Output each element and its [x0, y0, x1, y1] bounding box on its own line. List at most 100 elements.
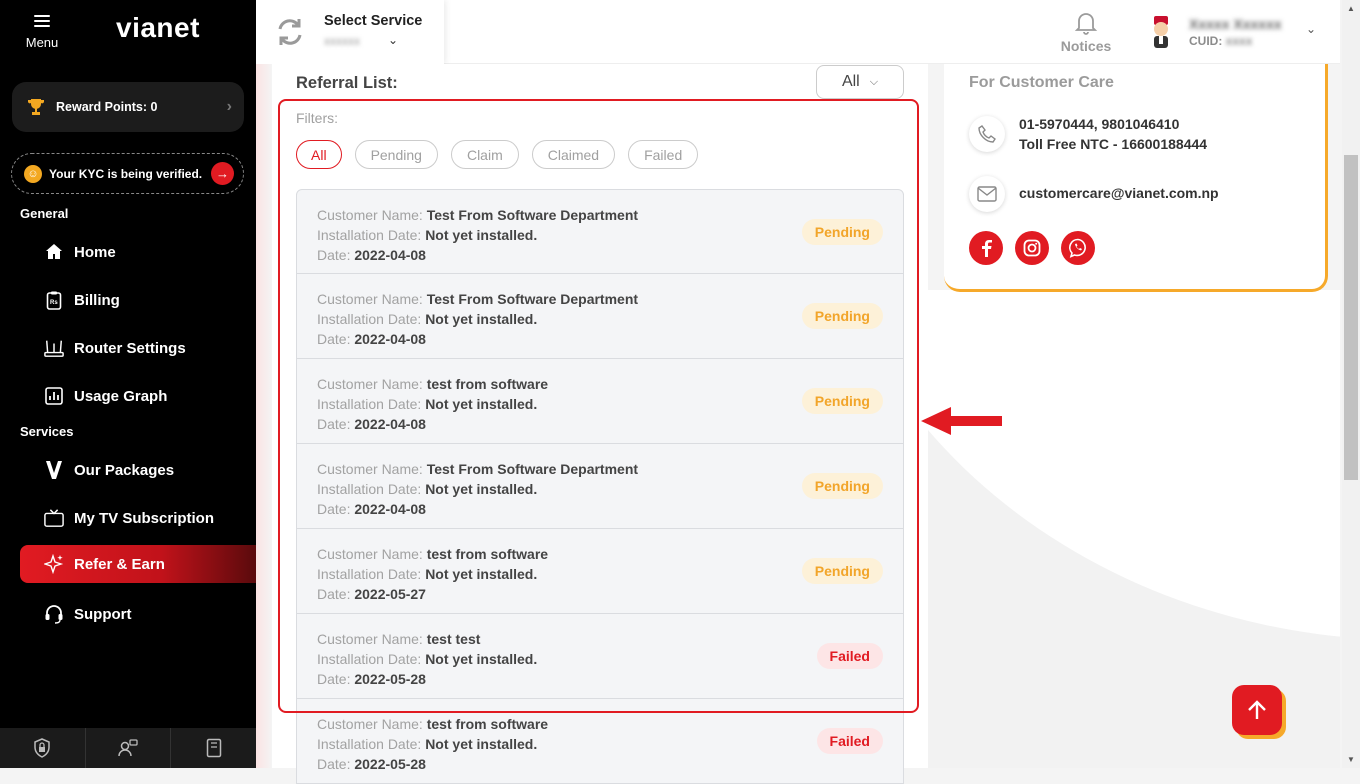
- select-service-label: Select Service: [324, 13, 423, 29]
- installation-date-label: Installation Date:: [317, 227, 422, 243]
- filters-label: Filters:: [296, 110, 338, 126]
- sidebar-item-usage-graph[interactable]: Usage Graph: [20, 377, 256, 415]
- lock-shield-icon[interactable]: [0, 728, 86, 768]
- annotation-arrow-icon: [921, 407, 1002, 435]
- section-services: Services: [20, 424, 74, 439]
- installation-date: Not yet installed.: [425, 736, 538, 752]
- facebook-icon[interactable]: [969, 231, 1003, 265]
- instagram-icon[interactable]: [1015, 231, 1049, 265]
- sidebar-item-label: Router Settings: [74, 339, 186, 357]
- document-icon[interactable]: [171, 728, 256, 768]
- list-item[interactable]: Customer Name: Test From Software Depart…: [296, 189, 904, 274]
- list-item[interactable]: Customer Name: test from software Instal…: [296, 359, 904, 444]
- date: 2022-04-08: [354, 247, 426, 263]
- status-badge: Failed: [816, 643, 883, 669]
- kyc-status-banner[interactable]: ☺ Your KYC is being verified. →: [11, 153, 244, 194]
- phone-line[interactable]: 01-5970444, 9801046410: [1019, 114, 1207, 134]
- cuid-label: CUID:: [1189, 34, 1223, 48]
- list-item[interactable]: Customer Name: test test Installation Da…: [296, 614, 904, 699]
- user-menu[interactable]: Xxxxx Xxxxxx CUID: xxxx ⌄: [1146, 14, 1326, 54]
- customer-name: test from software: [426, 716, 549, 732]
- date-label: Date:: [317, 586, 351, 602]
- vianet-logo[interactable]: vianet: [116, 12, 200, 44]
- customer-name-label: Customer Name:: [317, 546, 423, 562]
- sidebar-item-our-packages[interactable]: Our Packages: [20, 451, 256, 489]
- scroll-up-icon[interactable]: ▲: [1347, 4, 1355, 13]
- filter-chip-pending[interactable]: Pending: [354, 140, 438, 169]
- reward-points-card[interactable]: Reward Points: 0 ›: [12, 82, 244, 132]
- tv-icon: [44, 508, 64, 528]
- status-badge: Pending: [801, 473, 883, 499]
- sidebar-item-label: Our Packages: [74, 461, 175, 479]
- sidebar-bottom-bar: [0, 728, 256, 768]
- chevron-down-icon: ⌵: [869, 75, 879, 88]
- customer-name: Test From Software Department: [426, 461, 639, 477]
- installation-date-label: Installation Date:: [317, 311, 422, 327]
- scrollbar-thumb[interactable]: [1344, 155, 1358, 480]
- date-label: Date:: [317, 671, 351, 687]
- sidebar-item-my-tv-subscription[interactable]: My TV Subscription: [20, 499, 256, 537]
- customer-name-label: Customer Name:: [317, 631, 423, 647]
- avatar: [1154, 16, 1168, 48]
- customer-name: test from software: [426, 376, 549, 392]
- customer-name: test from software: [426, 546, 549, 562]
- sidebar-item-label: Home: [74, 243, 116, 261]
- service-value: xxxxxx: [324, 34, 360, 48]
- referral-list-title: Referral List:: [296, 74, 398, 92]
- sidebar-item-billing[interactable]: Rs Billing: [20, 281, 256, 319]
- refresh-icon[interactable]: [272, 14, 308, 50]
- filter-chip-failed[interactable]: Failed: [628, 140, 699, 169]
- customer-care-card: For Customer Care 01-5970444, 9801046410…: [944, 64, 1328, 292]
- list-item[interactable]: Customer Name: test from software Instal…: [296, 699, 904, 784]
- sidebar-item-home[interactable]: Home: [20, 233, 256, 271]
- filter-chip-all[interactable]: All: [296, 140, 342, 169]
- viber-icon[interactable]: [1061, 231, 1095, 265]
- home-icon: [44, 242, 64, 262]
- menu-label: Menu: [25, 35, 59, 50]
- status-badge: Pending: [801, 219, 883, 245]
- scroll-to-top-button[interactable]: [1232, 685, 1282, 735]
- trophy-icon: [28, 99, 44, 115]
- toll-free-line[interactable]: Toll Free NTC - 16600188444: [1019, 134, 1207, 154]
- menu-button[interactable]: Menu: [22, 12, 62, 50]
- list-item[interactable]: Customer Name: test from software Instal…: [296, 529, 904, 614]
- customer-name-label: Customer Name:: [317, 207, 423, 223]
- installation-date-label: Installation Date:: [317, 736, 422, 752]
- dropdown-value: All: [841, 73, 860, 90]
- status-badge: Pending: [801, 303, 883, 329]
- sidebar-item-router-settings[interactable]: Router Settings: [20, 329, 256, 367]
- sidebar-item-label: Refer & Earn: [74, 555, 165, 573]
- list-item[interactable]: Customer Name: Test From Software Depart…: [296, 274, 904, 359]
- scroll-down-icon[interactable]: ▼: [1347, 755, 1355, 764]
- date: 2022-04-08: [354, 416, 426, 432]
- graph-icon: [44, 386, 64, 406]
- svg-text:Rs: Rs: [50, 300, 58, 306]
- date-label: Date:: [317, 501, 351, 517]
- sidebar-item-refer-earn[interactable]: Refer & Earn: [20, 545, 256, 583]
- sidebar-item-support[interactable]: Support: [20, 595, 256, 633]
- installation-date: Not yet installed.: [425, 651, 538, 667]
- mail-icon: [969, 176, 1005, 212]
- notices-label: Notices: [1060, 38, 1112, 54]
- page-scrollbar[interactable]: ▲ ▼: [1342, 0, 1360, 768]
- users-icon[interactable]: [86, 728, 172, 768]
- customer-care-title: For Customer Care: [969, 74, 1114, 91]
- page-background-edge: [256, 64, 272, 768]
- bill-icon: Rs: [44, 290, 64, 310]
- filter-chip-claim[interactable]: Claim: [450, 140, 519, 169]
- cuid-value: xxxx: [1225, 34, 1253, 48]
- customer-name: Test From Software Department: [426, 291, 639, 307]
- arrow-right-icon[interactable]: →: [211, 162, 234, 185]
- list-item[interactable]: Customer Name: Test From Software Depart…: [296, 444, 904, 529]
- email-address[interactable]: customercare@vianet.com.np: [1019, 183, 1219, 203]
- status-badge: Failed: [816, 728, 883, 754]
- customer-name-label: Customer Name:: [317, 376, 423, 392]
- phone-numbers[interactable]: 01-5970444, 9801046410 Toll Free NTC - 1…: [1019, 114, 1207, 154]
- filter-chip-claimed[interactable]: Claimed: [531, 140, 616, 169]
- filter-chips: All Pending Claim Claimed Failed: [296, 140, 699, 169]
- referral-filter-dropdown[interactable]: All ⌵: [816, 65, 904, 99]
- notices-button[interactable]: Notices: [1048, 10, 1124, 54]
- select-service-dropdown[interactable]: Select Service xxxxxx ⌄: [256, 0, 444, 64]
- sparkle-icon: [44, 554, 64, 574]
- section-general: General: [20, 206, 69, 221]
